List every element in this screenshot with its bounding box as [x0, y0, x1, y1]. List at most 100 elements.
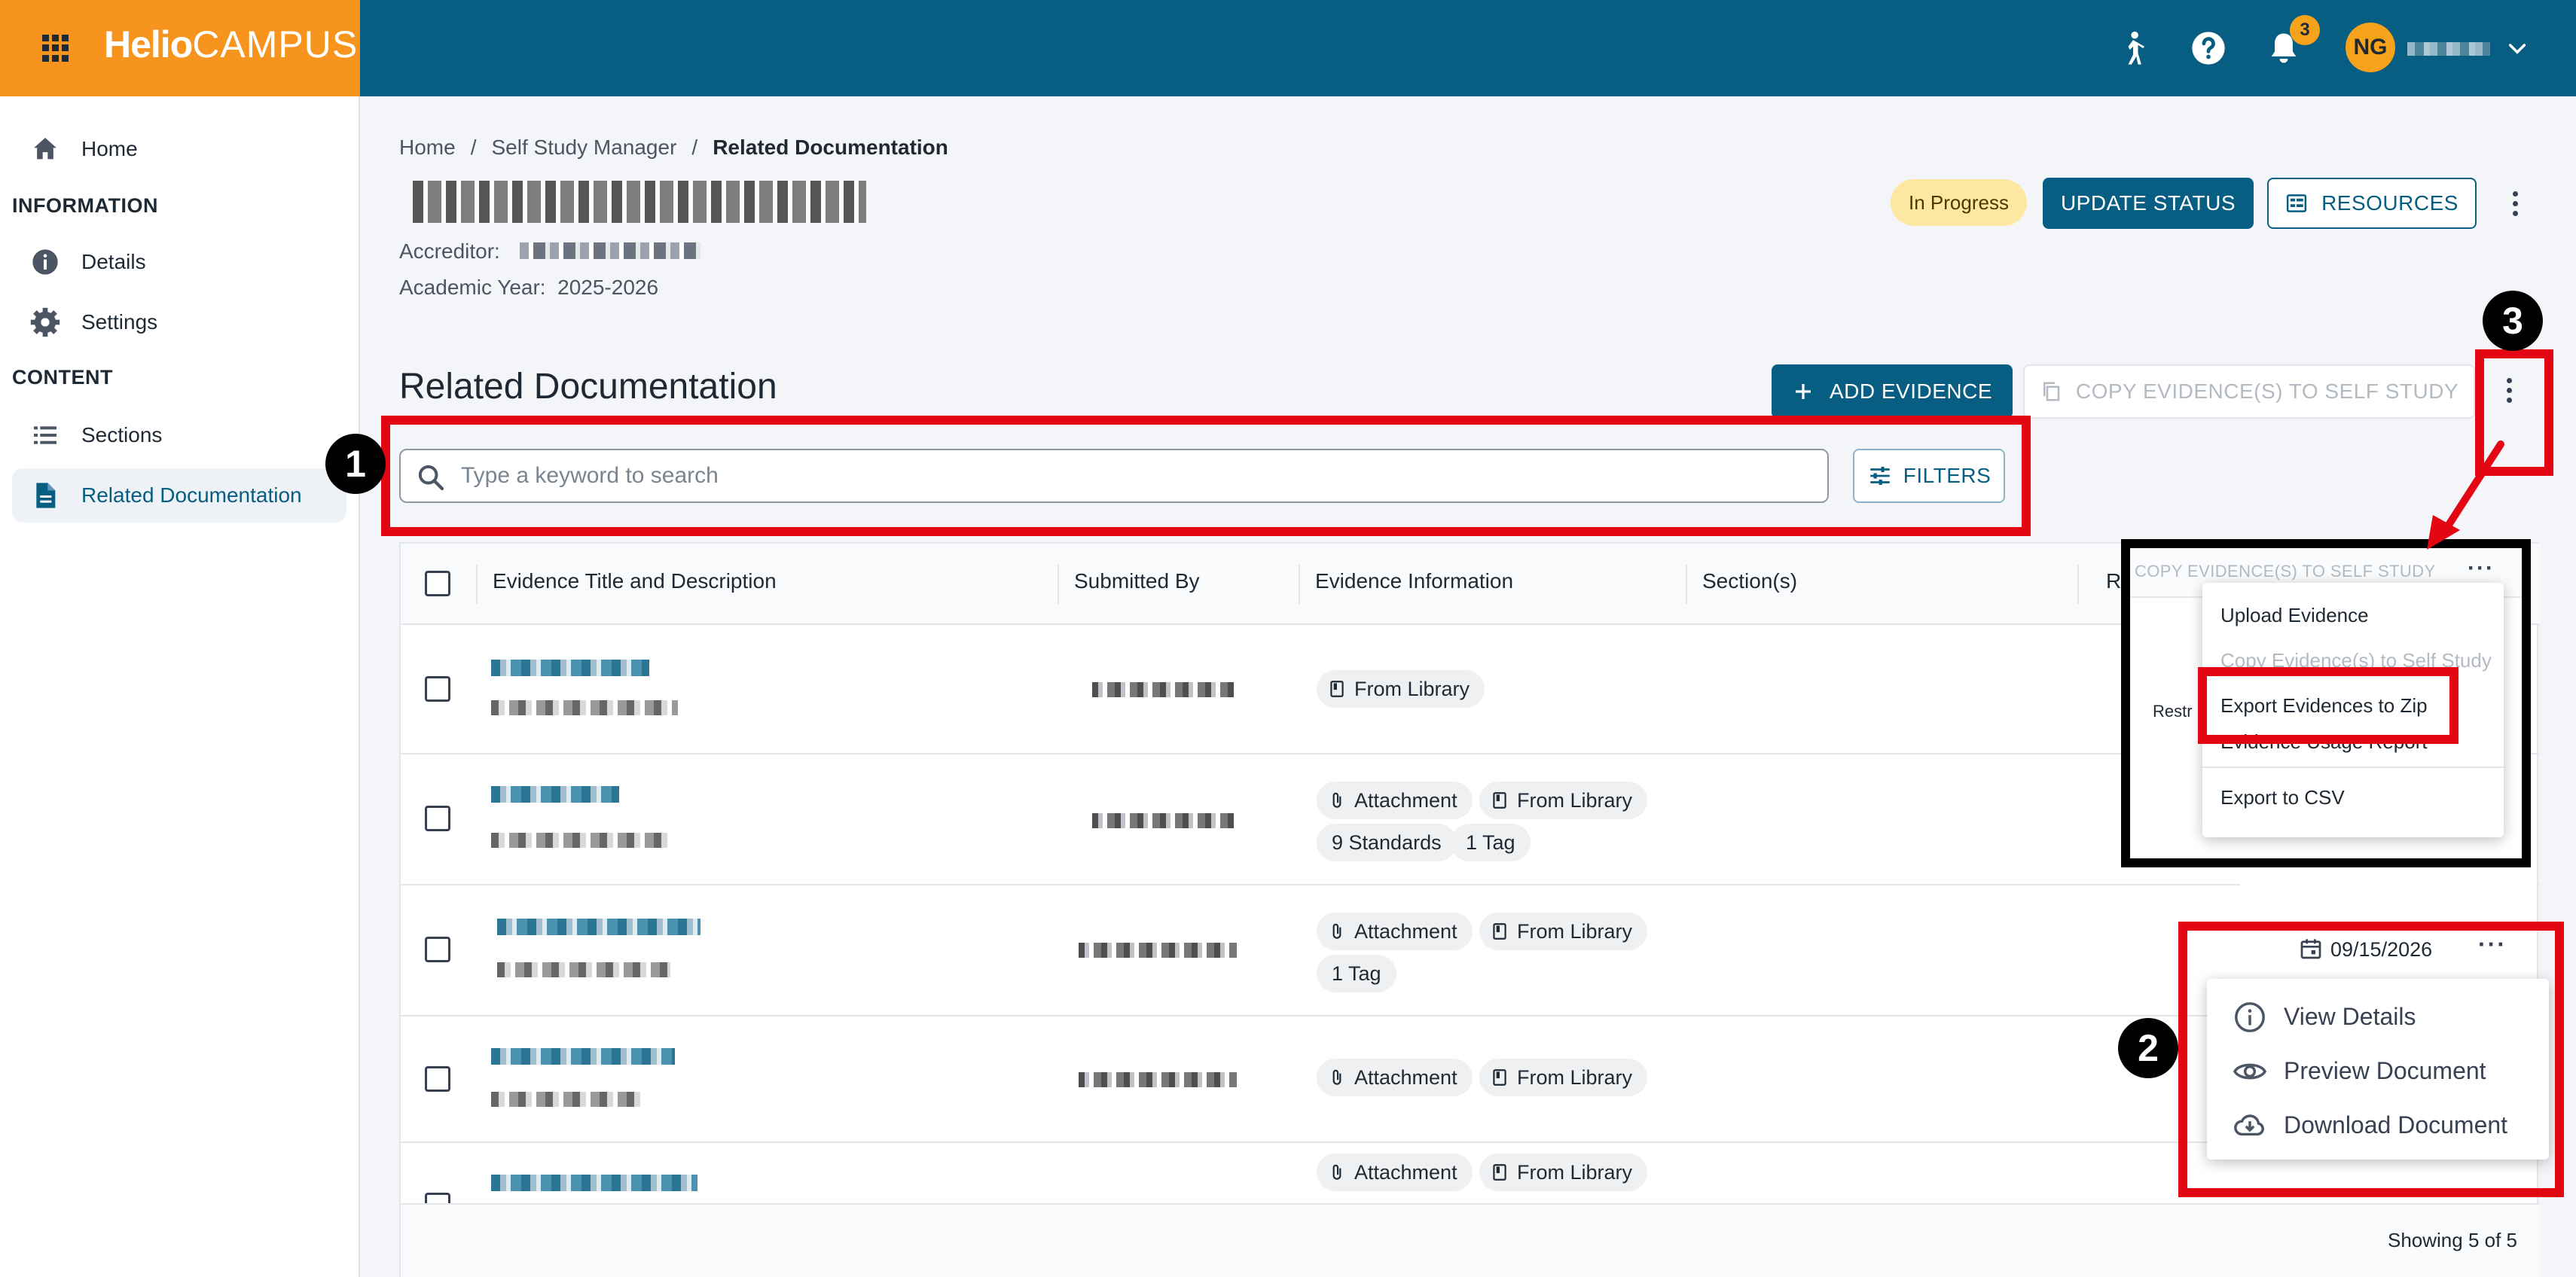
chip-label: Attachment: [1354, 1160, 1457, 1184]
chip-label: Attachment: [1354, 919, 1457, 943]
annotation-arrow-icon: [2427, 440, 2504, 550]
sidebar-item-sections[interactable]: Sections: [12, 408, 346, 462]
sidebar-item-settings[interactable]: Settings: [12, 295, 346, 349]
academic-year-value: 2025-2026: [557, 276, 659, 299]
top-bar: HelioCAMPUS 3 NG: [0, 0, 2576, 96]
breadcrumb-home[interactable]: Home: [399, 136, 456, 160]
sidebar-item-label: Related Documentation: [81, 483, 302, 507]
chip-tag: 1 Tag: [1317, 955, 1396, 992]
sidebar-item-related-documentation[interactable]: Related Documentation: [12, 468, 346, 523]
evidence-title-redacted[interactable]: [497, 919, 700, 935]
list-icon: [34, 426, 56, 444]
column-header-title[interactable]: Evidence Title and Description: [493, 569, 777, 593]
status-badge: In Progress: [1891, 179, 2027, 226]
breadcrumb: Home / Self Study Manager / Related Docu…: [399, 136, 948, 160]
sidebar-section-information: INFORMATION: [12, 194, 158, 217]
chip-from-library: From Library: [1479, 1154, 1648, 1191]
sidebar-item-label: Details: [81, 250, 146, 273]
page-title: Related Documentation: [399, 367, 777, 407]
submitter-redacted: [1079, 943, 1237, 958]
evidence-description-redacted: [497, 962, 670, 977]
chevron-down-icon[interactable]: [2505, 36, 2529, 60]
breadcrumb-self-study-manager[interactable]: Self Study Manager: [491, 136, 676, 160]
evidence-description-redacted: [491, 700, 678, 715]
gear-icon: [30, 307, 60, 337]
evidence-title-redacted[interactable]: [491, 1175, 697, 1191]
annotation-box-search: [381, 416, 2031, 536]
showing-count: Showing 5 of 5: [2387, 1229, 2517, 1251]
submitter-redacted: [1092, 682, 1234, 697]
chip-label: From Library: [1517, 1065, 1633, 1089]
callout-1: 1: [325, 434, 386, 494]
evidence-description-redacted: [491, 1092, 642, 1107]
accreditor-value-redacted: [520, 242, 700, 259]
paperclip-icon: [1332, 923, 1341, 939]
annotation-box-export-zip: [2198, 667, 2458, 744]
resources-button[interactable]: RESOURCES: [2267, 178, 2477, 229]
table-footer: Showing 5 of 5: [401, 1203, 2540, 1277]
paperclip-icon: [1332, 1069, 1341, 1085]
book-icon: [1493, 1069, 1506, 1086]
chip-label: From Library: [1517, 788, 1633, 812]
header-more-icon[interactable]: [2511, 191, 2519, 221]
app-grid-icon[interactable]: [42, 35, 69, 62]
breadcrumb-separator: /: [691, 136, 698, 159]
column-header-submitted-by[interactable]: Submitted By: [1074, 569, 1200, 593]
copy-evidence-label: COPY EVIDENCE(S) TO SELF STUDY: [2075, 379, 2459, 403]
user-avatar[interactable]: NG: [2346, 23, 2395, 72]
chip-from-library: From Library: [1317, 670, 1485, 708]
chip-from-library: From Library: [1479, 782, 1648, 819]
sidebar-item-label: Sections: [81, 423, 163, 446]
evidence-title-redacted[interactable]: [491, 1048, 675, 1065]
academic-year: Academic Year: 2025-2026: [399, 276, 658, 300]
academic-year-label: Academic Year:: [399, 276, 546, 299]
user-name-redacted: [2407, 42, 2490, 56]
book-icon: [1330, 681, 1344, 697]
row-checkbox[interactable]: [425, 1066, 450, 1092]
chip-label: From Library: [1517, 919, 1633, 943]
copy-evidence-button[interactable]: COPY EVIDENCE(S) TO SELF STUDY: [2023, 364, 2475, 419]
self-study-title-redacted: [413, 181, 866, 223]
evidence-title-redacted[interactable]: [491, 660, 649, 676]
column-header-evidence-information[interactable]: Evidence Information: [1315, 569, 1513, 593]
help-icon[interactable]: [2189, 29, 2228, 68]
add-evidence-label: ADD EVIDENCE: [1829, 379, 1993, 403]
book-icon: [1493, 1164, 1506, 1181]
chip-attachment: Attachment: [1317, 1154, 1473, 1191]
column-header-truncated[interactable]: R: [2106, 569, 2121, 593]
breadcrumb-separator: /: [470, 136, 477, 159]
annotation-box-row-menu: [2178, 922, 2564, 1197]
add-evidence-button[interactable]: ADD EVIDENCE: [1772, 364, 2013, 419]
book-icon: [1493, 792, 1506, 809]
chip-attachment: Attachment: [1317, 913, 1473, 950]
info-icon: [32, 249, 58, 275]
chip-attachment: Attachment: [1317, 782, 1473, 819]
row-checkbox[interactable]: [425, 937, 450, 962]
copy-icon: [2043, 382, 2060, 401]
chip-label: From Library: [1517, 1160, 1633, 1184]
sidebar-item-details[interactable]: Details: [12, 235, 346, 289]
update-status-button[interactable]: UPDATE STATUS: [2043, 178, 2254, 229]
chip-tag: 1 Tag: [1451, 824, 1531, 861]
chip-attachment: Attachment: [1317, 1059, 1473, 1096]
sidebar-item-home[interactable]: Home: [12, 122, 346, 176]
accreditor-label: Accreditor:: [399, 239, 500, 263]
brand-logo[interactable]: HelioCAMPUS: [104, 23, 358, 66]
row-checkbox[interactable]: [425, 676, 450, 702]
breadcrumb-current: Related Documentation: [713, 136, 948, 159]
chip-from-library: From Library: [1479, 1059, 1648, 1096]
book-icon: [1493, 923, 1506, 940]
column-header-sections[interactable]: Section(s): [1702, 569, 1797, 593]
sidebar: Home INFORMATION Details Settings CONTEN…: [0, 96, 360, 1277]
sidebar-item-label: Settings: [81, 310, 158, 334]
callout-3: 3: [2483, 291, 2543, 351]
select-all-checkbox[interactable]: [425, 571, 450, 596]
row-checkbox[interactable]: [425, 806, 450, 831]
chip-label: Attachment: [1354, 788, 1457, 812]
chip-label: From Library: [1354, 677, 1470, 700]
home-icon: [34, 138, 56, 160]
evidence-title-redacted[interactable]: [491, 786, 619, 803]
accessibility-walker-icon[interactable]: [2114, 29, 2153, 68]
chip-label: Attachment: [1354, 1065, 1457, 1089]
row-checkbox[interactable]: [425, 1193, 450, 1203]
